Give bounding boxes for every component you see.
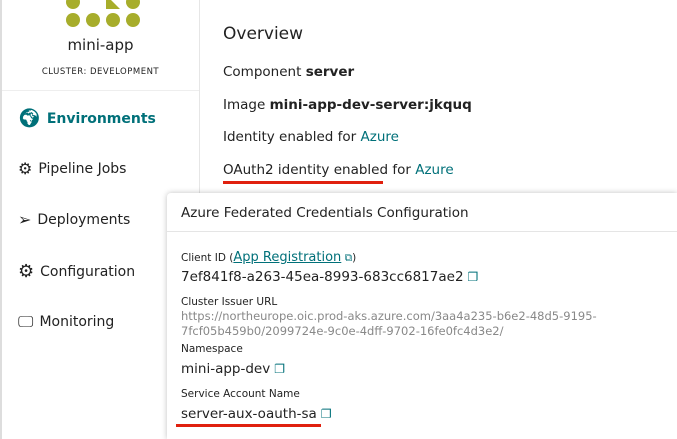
sidebar-item-pipeline-jobs[interactable]: ⚙ Pipeline Jobs [18,159,126,178]
cluster-label: CLUSTER: DEVELOPMENT [41,67,160,77]
client-id-value: 7ef841f8-a263-45ea-8993-683cc6817ae2 ❐ [181,269,479,285]
sidebar-item-configuration[interactable]: ⚙ Configuration [18,261,135,282]
popover-title: Azure Federated Credentials Configuratio… [181,205,469,221]
client-id-label: Client ID (App Registration ⧉) [181,250,357,265]
namespace-value: mini-app-dev ❐ [181,361,285,377]
federated-credentials-popover: Azure Federated Credentials Configuratio… [167,193,677,439]
image-row: Image mini-app-dev-server:jkquq [223,97,472,113]
sidebar-item-monitoring[interactable]: 🖵 Monitoring [18,312,114,332]
namespace-label: Namespace [181,343,243,355]
annotation-underline [223,181,383,184]
gear-icon: ⚙ [18,261,35,282]
annotation-underline [176,424,321,427]
oauth-identity-row: OAuth2 identity enabled for Azure [223,162,454,178]
app-logo [66,0,141,28]
sidebar-item-environments[interactable]: 🌍︎ Environments [18,108,156,129]
service-account-label: Service Account Name [181,388,300,400]
service-account-value: server-aux-oauth-sa ❐ [181,406,332,422]
identity-row: Identity enabled for Azure [223,129,399,145]
oauth-azure-link[interactable]: Azure [415,162,453,178]
page-title: Overview [223,24,304,44]
send-icon: ➢ [18,210,32,229]
issuer-url: https://northeurope.oic.prod-aks.azure.c… [181,309,597,338]
component-row: Component server [223,64,355,80]
globe-icon: 🌍︎ [18,108,41,129]
monitor-icon: 🖵 [18,312,34,331]
app-registration-link[interactable]: App Registration [233,250,341,265]
copy-icon[interactable]: ❐ [321,407,332,421]
sidebar-item-deployments[interactable]: ➢ Deployments [18,210,130,229]
copy-icon[interactable]: ❐ [468,270,479,284]
external-link-icon: ⧉ [341,252,353,264]
azure-link[interactable]: Azure [361,129,399,145]
issuer-label: Cluster Issuer URL [181,296,278,308]
app-name: mini-app [67,36,134,54]
pipeline-icon: ⚙ [18,159,33,178]
copy-icon[interactable]: ❐ [274,362,285,376]
